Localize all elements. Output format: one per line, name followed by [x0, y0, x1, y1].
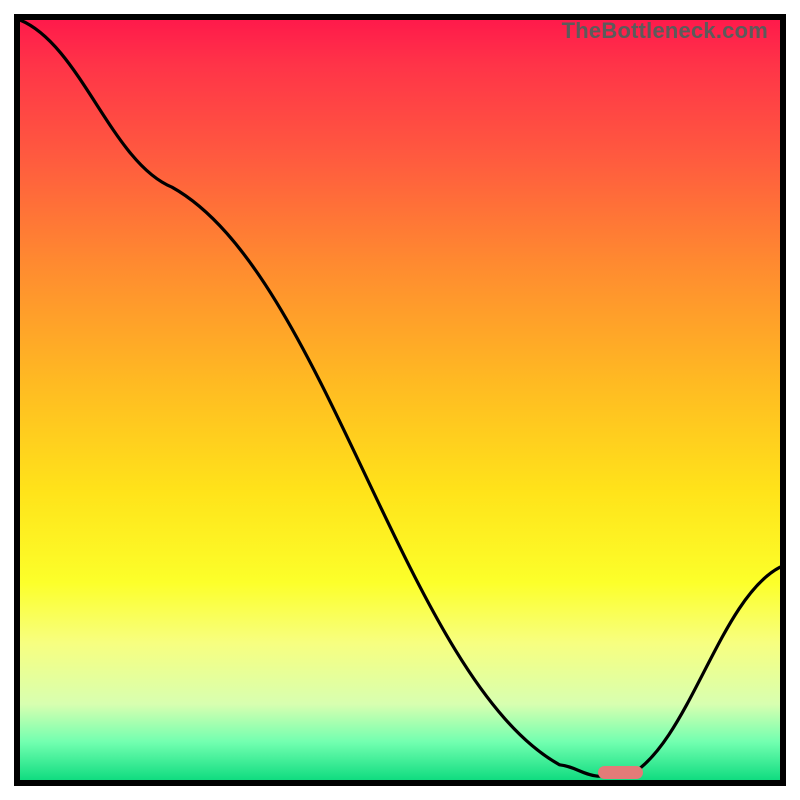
watermark-text: TheBottleneck.com [562, 18, 768, 44]
optimal-range-marker [598, 766, 644, 779]
chart-frame: TheBottleneck.com [14, 14, 786, 786]
bottleneck-curve [20, 20, 780, 780]
curve-path [20, 20, 780, 776]
